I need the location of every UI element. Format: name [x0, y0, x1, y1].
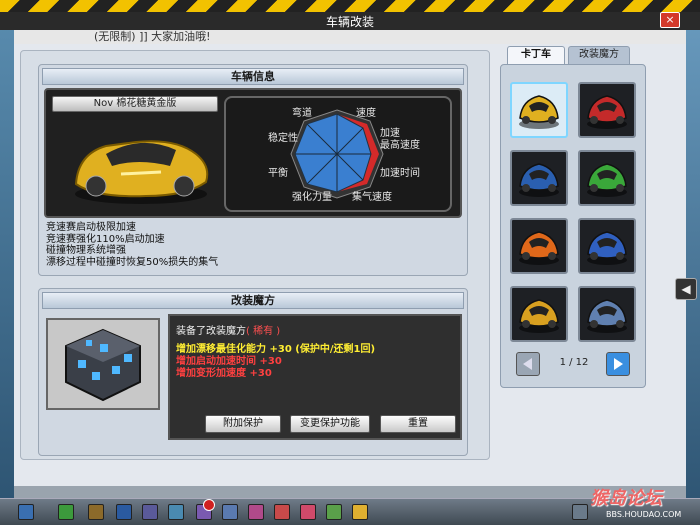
heart-icon[interactable] [248, 504, 264, 520]
reset-button[interactable]: 重置 [380, 415, 456, 433]
kart-icon [587, 231, 627, 265]
mod-cube-icon [48, 320, 158, 408]
kart-icon [587, 95, 627, 129]
kart-slot-character-kart[interactable] [578, 286, 636, 342]
description-line: 漂移过程中碰撞时恢复50%损失的集气 [46, 256, 219, 268]
arrow-left-icon [523, 358, 532, 370]
description-line: 碰撞物理系统增强 [46, 245, 126, 256]
home-icon[interactable] [116, 504, 132, 520]
kart-slot-gold-kart[interactable] [510, 82, 568, 138]
effect-line: 增加启动加速时间 +30 [176, 356, 282, 367]
prev-page-button[interactable] [516, 352, 540, 376]
kart-icon [519, 299, 559, 333]
kart-slot-blue-kart[interactable] [510, 150, 568, 206]
kart-icon [587, 299, 627, 333]
kart-icon [519, 231, 559, 265]
tray-icon[interactable] [572, 504, 588, 520]
equipped-label: 装备了改装魔方 [176, 326, 246, 337]
radar-label-top-speed: 最高速度 [380, 140, 420, 151]
watermark-logo: 猴岛论坛 [590, 488, 662, 509]
radar-label-balance: 平衡 [268, 168, 288, 179]
kart-slot-green-kart[interactable] [578, 150, 636, 206]
page-indicator: 1 / 12 [559, 357, 589, 368]
effect-line: 增加变形加速度 +30 [176, 368, 272, 379]
effects-list: 增加漂移最佳化能力 +30 (保护中/还剩1回) 增加启动加速时间 +30 增加变形… [176, 344, 375, 380]
kart-icon [519, 163, 559, 197]
window-title: 车辆改装 [325, 15, 374, 29]
radar-label-speed: 速度 [356, 108, 376, 119]
change-protection-button[interactable]: 变更保护功能 [290, 415, 370, 433]
add-protection-button[interactable]: 附加保护 [205, 415, 281, 433]
radar-label-stability: 稳定性 [268, 133, 298, 144]
mod-cube-box [46, 318, 160, 410]
mod-magic-header: 改装魔方 [42, 292, 464, 309]
back-icon[interactable] [58, 504, 74, 520]
vehicle-description: 竞速赛启动极限加速 竞速赛强化110%启动加速 碰撞物理系统增强 漂移过程中碰撞… [46, 222, 464, 268]
kart-slot-blue-kart-2[interactable] [578, 218, 636, 274]
kart-slot-red-kart[interactable] [578, 82, 636, 138]
notification-badge-icon [203, 499, 215, 511]
arrow-right-icon [614, 358, 623, 370]
effect-line: 增加漂移最佳化能力 +30 (保护中/还剩1回) [176, 344, 376, 355]
radar-label-accel-time: 加速时间 [380, 168, 420, 179]
next-page-button[interactable] [606, 352, 630, 376]
start-icon[interactable] [18, 504, 34, 520]
kart-icon [587, 163, 627, 197]
pager: 1 / 12 [510, 352, 638, 378]
tab-mod-magic[interactable]: 改装魔方 [568, 46, 630, 64]
kart-slot-yellow-kart[interactable] [510, 286, 568, 342]
book-icon[interactable] [274, 504, 290, 520]
car-name-label: Nov 棉花糖黄金版 [52, 96, 218, 112]
title-bar: 车辆改装 × [0, 0, 700, 30]
description-line: 竞速赛启动极限加速 [46, 222, 136, 233]
watermark-url: BBS.HOUDAO.COM [606, 510, 682, 519]
radar-label-cornering: 弯道 [292, 108, 312, 119]
mail-icon[interactable] [300, 504, 316, 520]
tab-kart[interactable]: 卡丁车 [507, 46, 565, 64]
team-icon[interactable] [222, 504, 238, 520]
window-bottom-strip [14, 486, 686, 498]
vehicle-info-header: 车辆信息 [42, 68, 464, 85]
chart-icon[interactable] [168, 504, 184, 520]
equipped-rarity: ( 稀有 ) [246, 326, 281, 337]
radar-label-gauge-speed: 集气速度 [352, 192, 392, 203]
radar-label-boost-power: 强化力量 [292, 192, 332, 203]
note-icon[interactable] [352, 504, 368, 520]
close-button[interactable]: × [660, 12, 680, 28]
kart-icon [519, 95, 559, 129]
chat-icon[interactable] [326, 504, 342, 520]
kart-slot-orange-kart[interactable] [510, 218, 568, 274]
description-line: 竞速赛强化110%启动加速 [46, 233, 165, 245]
tool-icon[interactable] [142, 504, 158, 520]
car-image [74, 140, 209, 204]
shop-icon[interactable] [88, 504, 104, 520]
marquee-text: (无限制) ]] 大家加油哦! [14, 30, 686, 44]
side-arrow-button[interactable]: ◀ [675, 278, 697, 300]
